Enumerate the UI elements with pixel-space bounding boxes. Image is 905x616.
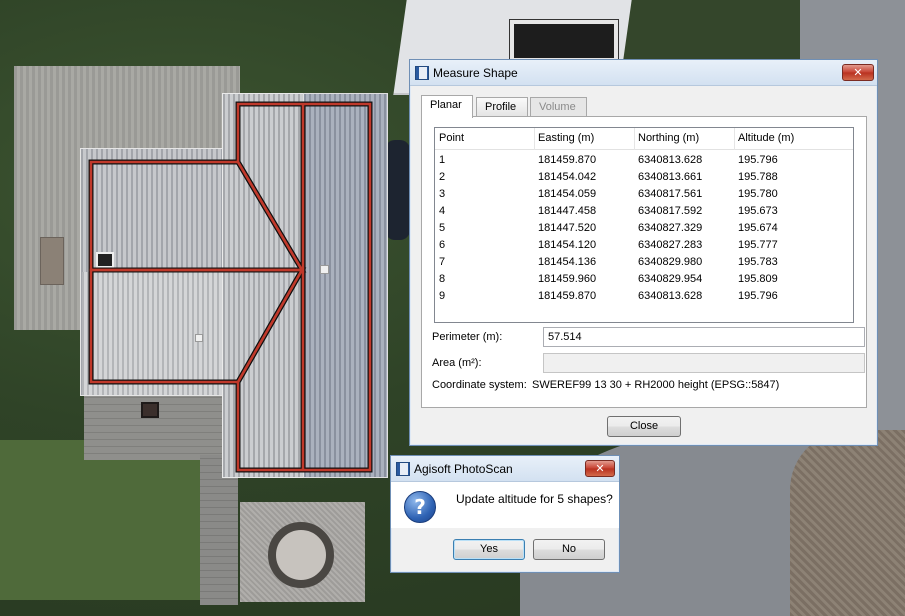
column-header-point[interactable]: Point [439, 132, 464, 144]
easting-cell: 181454.059 [538, 188, 597, 200]
easting-cell: 181459.960 [538, 273, 597, 285]
northing-cell: 6340813.628 [638, 154, 703, 166]
table-row[interactable]: 3 181454.059 6340817.561 195.780 [435, 186, 853, 203]
prompt-body: ? Update altitude for 5 shapes? [391, 482, 619, 528]
easting-cell: 181454.042 [538, 171, 597, 183]
altitude-cell: 195.783 [738, 256, 778, 268]
northing-cell: 6340817.592 [638, 205, 703, 217]
tab-profile[interactable]: Profile [476, 97, 528, 117]
tab-volume: Volume [530, 97, 587, 117]
no-button[interactable]: No [533, 539, 605, 560]
shape-outline-red [89, 268, 305, 384]
prompt-message: Update altitude for 5 shapes? [456, 492, 613, 506]
column-divider [734, 128, 735, 150]
northing-cell: 6340829.980 [638, 256, 703, 268]
column-header-northing[interactable]: Northing (m) [638, 132, 699, 144]
point-cell: 2 [439, 171, 446, 183]
point-cell: 9 [439, 290, 446, 302]
dialog-title: Measure Shape [433, 66, 518, 80]
question-icon: ? [404, 491, 436, 523]
northing-cell: 6340813.628 [638, 290, 703, 302]
measure-titlebar[interactable]: Measure Shape ✕ [410, 60, 877, 86]
northing-cell: 6340829.954 [638, 273, 703, 285]
northing-cell: 6340813.661 [638, 171, 703, 183]
altitude-cell: 195.796 [738, 290, 778, 302]
perimeter-field[interactable]: 57.514 [543, 327, 865, 347]
easting-cell: 181447.520 [538, 222, 597, 234]
coordinate-system-label: Coordinate system: [432, 379, 527, 391]
northing-cell: 6340817.561 [638, 188, 703, 200]
tab-planar[interactable]: Planar [421, 95, 473, 118]
point-cell: 4 [439, 205, 446, 217]
point-cell: 6 [439, 239, 446, 251]
altitude-cell: 195.780 [738, 188, 778, 200]
column-divider [634, 128, 635, 150]
planar-tab-panel: Point Easting (m) Northing (m) Altitude … [421, 116, 867, 408]
perimeter-label: Perimeter (m): [432, 331, 503, 343]
altitude-cell: 195.674 [738, 222, 778, 234]
measure-shape-dialog: Measure Shape ✕ Planar Profile Volume Po… [409, 59, 878, 446]
table-row[interactable]: 4 181447.458 6340817.592 195.673 [435, 203, 853, 220]
point-cell: 8 [439, 273, 446, 285]
table-row[interactable]: 9 181459.870 6340813.628 195.796 [435, 288, 853, 305]
point-cell: 5 [439, 222, 446, 234]
app-film-icon [415, 66, 429, 80]
app-film-icon [396, 462, 410, 476]
table-row[interactable]: 8 181459.960 6340829.954 195.809 [435, 271, 853, 288]
easting-cell: 181454.136 [538, 256, 597, 268]
column-header-easting[interactable]: Easting (m) [538, 132, 594, 144]
area-label: Area (m²): [432, 357, 482, 369]
point-cell: 3 [439, 188, 446, 200]
area-field [543, 353, 865, 373]
table-row[interactable]: 1 181459.870 6340813.628 195.796 [435, 152, 853, 169]
altitude-cell: 195.796 [738, 154, 778, 166]
northing-cell: 6340827.283 [638, 239, 703, 251]
column-header-altitude[interactable]: Altitude (m) [738, 132, 794, 144]
prompt-title: Agisoft PhotoScan [414, 462, 513, 476]
coordinate-system-value: SWEREF99 13 30 + RH2000 height (EPSG::58… [532, 379, 780, 391]
altitude-cell: 195.788 [738, 171, 778, 183]
easting-cell: 181454.120 [538, 239, 597, 251]
yes-button[interactable]: Yes [453, 539, 525, 560]
table-header: Point Easting (m) Northing (m) Altitude … [435, 128, 853, 150]
easting-cell: 181447.458 [538, 205, 597, 217]
altitude-cell: 195.809 [738, 273, 778, 285]
easting-cell: 181459.870 [538, 290, 597, 302]
altitude-cell: 195.673 [738, 205, 778, 217]
close-button[interactable]: Close [607, 416, 681, 437]
close-window-button[interactable]: ✕ [842, 64, 874, 81]
table-row[interactable]: 6 181454.120 6340827.283 195.777 [435, 237, 853, 254]
prompt-titlebar[interactable]: Agisoft PhotoScan ✕ [391, 456, 619, 482]
table-row[interactable]: 7 181454.136 6340829.980 195.783 [435, 254, 853, 271]
update-altitude-prompt: Agisoft PhotoScan ✕ ? Update altitude fo… [390, 455, 620, 573]
point-cell: 7 [439, 256, 446, 268]
close-window-button[interactable]: ✕ [585, 460, 615, 477]
table-row[interactable]: 2 181454.042 6340813.661 195.788 [435, 169, 853, 186]
point-cell: 1 [439, 154, 446, 166]
easting-cell: 181459.870 [538, 154, 597, 166]
northing-cell: 6340827.329 [638, 222, 703, 234]
shape-outline-red [89, 160, 305, 272]
table-row[interactable]: 5 181447.520 6340827.329 195.674 [435, 220, 853, 237]
column-divider [534, 128, 535, 150]
altitude-cell: 195.777 [738, 239, 778, 251]
points-table[interactable]: Point Easting (m) Northing (m) Altitude … [434, 127, 854, 323]
